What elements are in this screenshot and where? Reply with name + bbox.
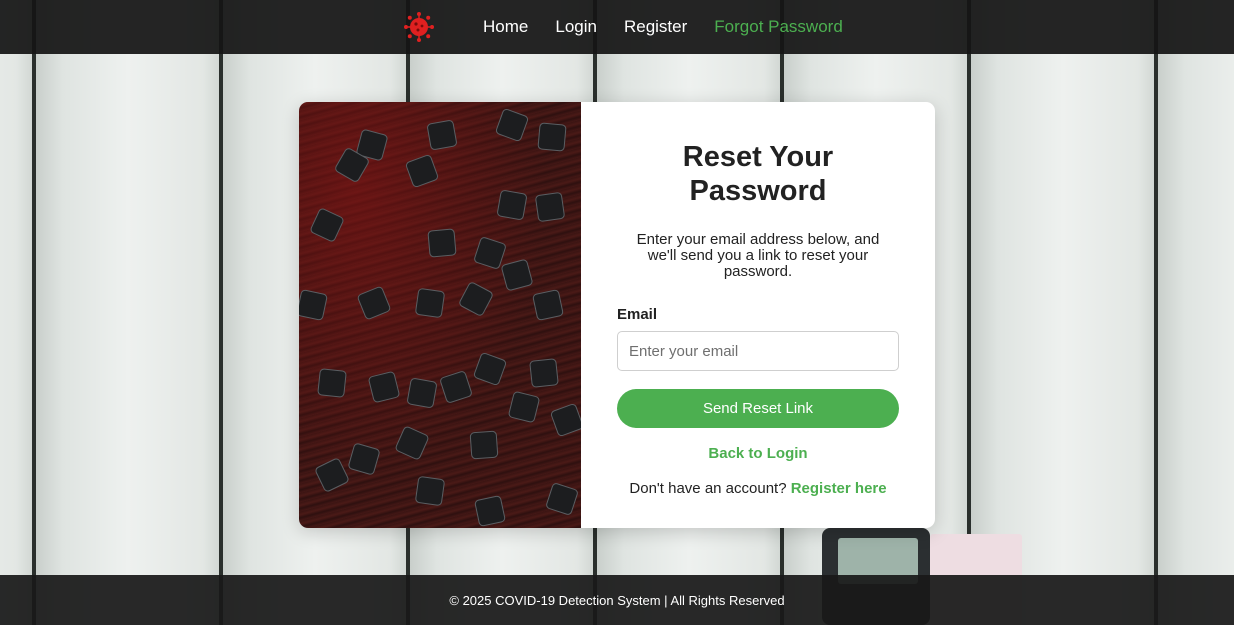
nav-link-login[interactable]: Login <box>555 17 597 37</box>
virus-icon[interactable] <box>403 11 435 43</box>
reset-password-card: Reset Your Password Enter your email add… <box>299 102 935 528</box>
register-prompt-text: Don't have an account? <box>629 480 791 497</box>
back-to-login-link[interactable]: Back to Login <box>708 445 807 462</box>
footer: © 2025 COVID-19 Detection System | All R… <box>0 575 1234 625</box>
navbar: Home Login Register Forgot Password <box>0 0 1234 54</box>
register-prompt: Don't have an account? Register here <box>617 480 899 497</box>
keyboard-keys-image <box>299 102 581 528</box>
send-reset-link-button[interactable]: Send Reset Link <box>617 389 899 428</box>
reset-form: Reset Your Password Enter your email add… <box>581 102 935 528</box>
register-here-link[interactable]: Register here <box>791 480 887 497</box>
email-label: Email <box>617 306 658 323</box>
nav-link-home[interactable]: Home <box>483 17 528 37</box>
nav-links: Home Login Register Forgot Password <box>483 17 870 37</box>
copyright-text: © 2025 COVID-19 Detection System | All R… <box>449 592 785 608</box>
page-title: Reset Your Password <box>682 141 834 207</box>
nav-link-forgot-password[interactable]: Forgot Password <box>714 17 843 37</box>
email-field[interactable] <box>617 331 899 371</box>
nav-link-register[interactable]: Register <box>624 17 687 37</box>
instructions-text: Enter your email address below, and we'l… <box>636 231 880 280</box>
